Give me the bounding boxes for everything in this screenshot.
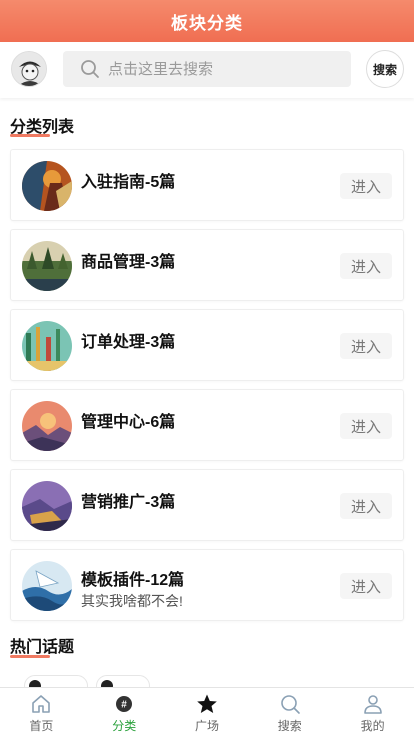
category-thumbnail <box>22 161 72 211</box>
svg-text:#: # <box>121 700 127 711</box>
tab-label: 广场 <box>194 719 219 733</box>
enter-button[interactable]: 进入 <box>340 413 392 439</box>
home-icon <box>32 695 51 713</box>
search-icon <box>280 695 300 714</box>
category-card[interactable]: 管理中心-6篇 进入 <box>10 389 404 461</box>
tab-label: 分类 <box>112 719 137 733</box>
enter-button[interactable]: 进入 <box>340 573 392 599</box>
search-icon <box>81 60 99 78</box>
search-input[interactable] <box>108 60 338 78</box>
search-button[interactable]: 搜索 <box>366 50 404 88</box>
tab-label: 首页 <box>29 719 54 733</box>
tab-square[interactable]: 广场 <box>166 688 249 736</box>
category-card[interactable]: 入驻指南-5篇 进入 <box>10 149 404 221</box>
tab-label: 我的 <box>360 719 385 733</box>
search-bar: 搜索 <box>0 42 414 98</box>
user-icon <box>363 695 382 714</box>
category-name: 入驻指南-5篇 <box>81 174 176 191</box>
search-field[interactable] <box>63 51 351 87</box>
category-thumbnail <box>22 321 72 371</box>
category-list-underline <box>10 134 50 137</box>
page-title: 板块分类 <box>171 13 243 33</box>
avatar-image <box>12 52 46 86</box>
tab-label: 搜索 <box>277 719 302 733</box>
category-thumbnail <box>22 241 72 291</box>
category-name: 管理中心-6篇 <box>81 414 176 431</box>
category-description: 其实我啥都不会! <box>81 593 183 609</box>
enter-button[interactable]: 进入 <box>340 333 392 359</box>
enter-button[interactable]: 进入 <box>340 173 392 199</box>
tab-search[interactable]: 搜索 <box>248 688 331 736</box>
category-list: 入驻指南-5篇 进入 商品管理-3篇 进入 订单处理-3篇 进入 管理中心-6篇… <box>10 149 404 629</box>
app-header: 板块分类 <box>0 0 414 42</box>
category-name: 营销推广-3篇 <box>81 494 176 511</box>
star-icon <box>197 694 217 713</box>
tab-home[interactable]: 首页 <box>0 688 83 736</box>
category-name: 模板插件-12篇 <box>81 572 185 589</box>
hot-topics-title: 热门话题 <box>10 639 75 656</box>
category-thumbnail <box>22 401 72 451</box>
category-card[interactable]: 模板插件-12篇 其实我啥都不会! 进入 <box>10 549 404 621</box>
tab-mine[interactable]: 我的 <box>331 688 414 736</box>
enter-button[interactable]: 进入 <box>340 253 392 279</box>
category-thumbnail <box>22 481 72 531</box>
category-card[interactable]: 营销推广-3篇 进入 <box>10 469 404 541</box>
category-icon: # <box>116 696 133 712</box>
enter-button[interactable]: 进入 <box>340 493 392 519</box>
tab-bar: 首页 # 分类 广场 搜索 我的 <box>0 687 414 736</box>
hot-topics-underline <box>10 655 50 658</box>
category-name: 订单处理-3篇 <box>81 334 176 351</box>
category-thumbnail <box>22 561 72 611</box>
category-name: 商品管理-3篇 <box>81 254 176 271</box>
avatar[interactable] <box>11 51 47 87</box>
category-card[interactable]: 商品管理-3篇 进入 <box>10 229 404 301</box>
category-card[interactable]: 订单处理-3篇 进入 <box>10 309 404 381</box>
tab-category[interactable]: # 分类 <box>83 688 166 736</box>
